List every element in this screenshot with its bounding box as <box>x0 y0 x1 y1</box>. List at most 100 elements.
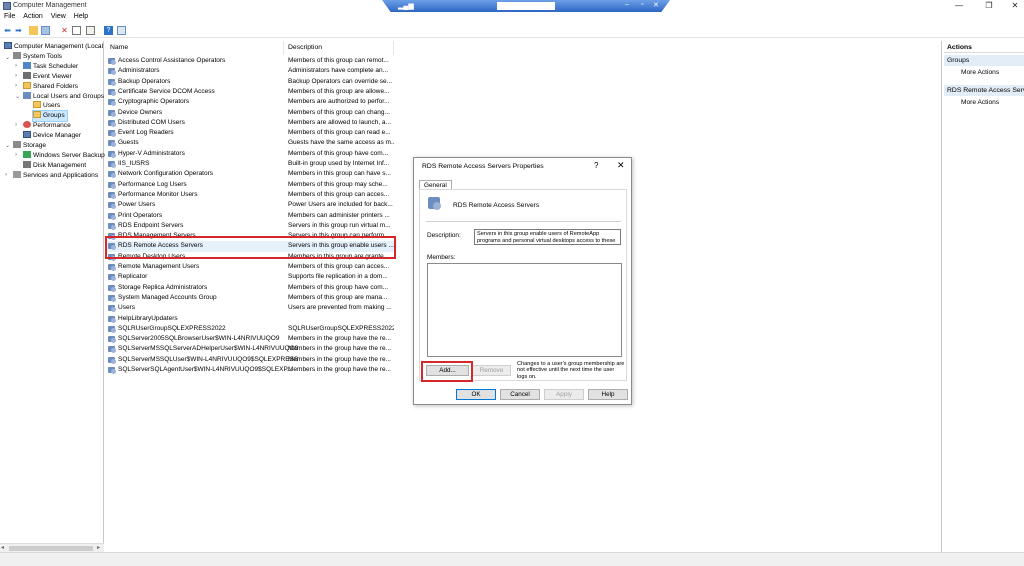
table-row[interactable]: Administrators Administrators have comple… <box>106 66 396 76</box>
forward-icon[interactable]: ➡ <box>14 26 23 35</box>
actions-section-rds[interactable]: RDS Remote Access Servers <box>944 85 1024 96</box>
table-row[interactable]: IIS_IUSRS Built-in group used by Internet… <box>106 159 396 169</box>
table-row[interactable]: Print Operators Members can administer pr… <box>106 211 396 221</box>
table-row[interactable]: Network Configuration Operators Members i… <box>106 169 396 179</box>
table-row[interactable]: Distributed COM Users Members are allowed… <box>106 118 396 128</box>
expand-arrow-icon[interactable]: › <box>15 83 17 89</box>
close-icon[interactable]: ✕ <box>1008 1 1022 10</box>
group-icon <box>108 325 116 333</box>
up-folder-icon[interactable] <box>29 26 38 35</box>
help-button[interactable]: Help <box>588 389 628 400</box>
group-icon <box>108 305 116 313</box>
dialog-help-icon[interactable]: ? <box>594 161 598 170</box>
table-row[interactable]: Performance Log Users Members of this gro… <box>106 180 396 190</box>
table-row[interactable]: Device Owners Members of this group can c… <box>106 108 396 118</box>
collapse-arrow-icon[interactable]: ⌄ <box>5 142 10 149</box>
minimize-icon[interactable]: — <box>952 1 966 10</box>
more-actions-rds[interactable]: More Actions <box>961 99 999 106</box>
group-icon <box>108 109 116 117</box>
scroll-left-icon[interactable]: ◂ <box>1 544 4 551</box>
more-actions-groups[interactable]: More Actions <box>961 69 999 76</box>
table-row[interactable]: Certificate Service DCOM Access Members o… <box>106 87 396 97</box>
collapse-arrow-icon[interactable]: ⌄ <box>5 54 10 61</box>
rdp-restore-icon[interactable]: ▫ <box>641 1 643 8</box>
menu-file[interactable]: File <box>0 12 19 21</box>
scroll-right-icon[interactable]: ▸ <box>97 544 100 551</box>
tree-node-system-tools[interactable]: System Tools <box>13 52 62 62</box>
tree-horizontal-scrollbar[interactable]: ◂ ▸ <box>0 543 104 552</box>
row-description: Members in the group have the re... <box>288 345 391 353</box>
table-row[interactable]: HelpLibraryUpdaters <box>106 314 396 324</box>
table-row[interactable]: Performance Monitor Users Members of this… <box>106 190 396 200</box>
row-description: SQLRUserGroupSQLEXPRESS2022 <box>288 324 394 332</box>
dialog-close-icon[interactable]: ✕ <box>617 160 625 171</box>
help-icon[interactable]: ? <box>104 26 113 35</box>
tree-node-device-manager[interactable]: Device Manager <box>23 131 81 141</box>
table-row[interactable]: Power Users Power Users are included for … <box>106 200 396 210</box>
table-row[interactable]: Cryptographic Operators Members are autho… <box>106 97 396 107</box>
column-header-description[interactable]: Description <box>284 41 394 55</box>
tree-node-shared-folders[interactable]: Shared Folders <box>23 82 78 92</box>
scrollbar-thumb[interactable] <box>9 546 93 551</box>
menu-action[interactable]: Action <box>19 12 46 21</box>
table-row[interactable]: Backup Operators Backup Operators can ove… <box>106 77 396 87</box>
tree-node-performance[interactable]: Performance <box>23 121 71 131</box>
rdp-close-icon[interactable]: ✕ <box>653 1 659 9</box>
table-row[interactable]: SQLServerMSSQLUser$WIN-L4NRIVUUQO9$SQLEX… <box>106 355 396 365</box>
tree-node-event-viewer[interactable]: Event Viewer <box>23 72 72 82</box>
back-icon[interactable]: ⬅ <box>3 26 12 35</box>
table-row[interactable]: SQLServer2005SQLBrowserUser$WIN-L4NRIVUU… <box>106 334 396 344</box>
row-name: RDS Endpoint Servers <box>118 221 184 229</box>
actions-section-groups[interactable]: Groups <box>944 55 1024 66</box>
group-icon <box>108 191 116 199</box>
tree-node-storage[interactable]: Storage <box>13 141 46 151</box>
apply-button[interactable]: Apply <box>544 389 584 400</box>
tree-node-users[interactable]: Users <box>33 101 60 111</box>
table-row[interactable]: SQLServerMSSQLServerADHelperUser$WIN-L4N… <box>106 344 396 354</box>
show-hide-tree-icon[interactable] <box>41 26 50 35</box>
description-field[interactable]: Servers in this group enable users of Re… <box>474 229 621 245</box>
expand-arrow-icon[interactable]: › <box>15 73 17 79</box>
column-header-name[interactable]: Name <box>106 41 284 55</box>
tree-node-services-applications[interactable]: Services and Applications <box>13 171 98 181</box>
storage-icon <box>13 141 21 148</box>
table-row[interactable]: System Managed Accounts Group Members of … <box>106 293 396 303</box>
row-description: Members of this group can acces... <box>288 190 390 198</box>
cancel-button[interactable]: Cancel <box>500 389 540 400</box>
tree-node-task-scheduler[interactable]: Task Scheduler <box>23 62 78 72</box>
row-description: Members are authorized to perfor... <box>288 98 390 106</box>
tree-node-windows-server-backup[interactable]: Windows Server Backup <box>23 151 105 161</box>
menu-view[interactable]: View <box>47 12 70 21</box>
expand-arrow-icon[interactable]: › <box>5 172 7 178</box>
tree-node-disk-management[interactable]: Disk Management <box>23 161 86 171</box>
row-name: SQLRUserGroupSQLEXPRESS2022 <box>118 324 226 332</box>
properties-icon[interactable] <box>72 26 81 35</box>
export-list-icon[interactable] <box>86 26 95 35</box>
expand-arrow-icon[interactable]: › <box>15 122 17 128</box>
tree-node-computer-management[interactable]: Computer Management (Local <box>4 42 103 52</box>
expand-arrow-icon[interactable]: › <box>15 152 17 158</box>
restore-icon[interactable]: ❐ <box>982 1 996 10</box>
remove-button[interactable]: Remove <box>472 365 511 376</box>
collapse-arrow-icon[interactable]: ⌄ <box>15 93 20 100</box>
expand-arrow-icon[interactable]: › <box>15 63 17 69</box>
table-row[interactable]: Event Log Readers Members of this group c… <box>106 128 396 138</box>
tools-icon <box>13 52 21 59</box>
table-row[interactable]: SQLServerSQLAgentUser$WIN-L4NRIVUUQO9$SQ… <box>106 365 396 375</box>
table-row[interactable]: Replicator Supports file replication in a… <box>106 272 396 282</box>
delete-icon[interactable]: ✕ <box>60 26 69 35</box>
table-row[interactable]: RDS Endpoint Servers Servers in this grou… <box>106 221 396 231</box>
table-row[interactable]: Remote Management Users Members of this g… <box>106 262 396 272</box>
table-row[interactable]: Hyper-V Administrators Members of this gr… <box>106 149 396 159</box>
menu-help[interactable]: Help <box>70 12 92 21</box>
table-row[interactable]: Access Control Assistance Operators Membe… <box>106 56 396 66</box>
table-row[interactable]: Users Users are prevented from making ... <box>106 303 396 313</box>
table-row[interactable]: Storage Replica Administrators Members of… <box>106 283 396 293</box>
members-listbox[interactable] <box>427 263 622 357</box>
table-row[interactable]: SQLRUserGroupSQLEXPRESS2022 SQLRUserGroup… <box>106 324 396 334</box>
show-action-pane-icon[interactable] <box>117 26 126 35</box>
tree-node-groups[interactable]: Groups <box>32 110 68 122</box>
ok-button[interactable]: OK <box>456 389 496 400</box>
rdp-minimize-icon[interactable]: – <box>625 1 629 8</box>
table-row[interactable]: Guests Guests have the same access as m..… <box>106 138 396 148</box>
